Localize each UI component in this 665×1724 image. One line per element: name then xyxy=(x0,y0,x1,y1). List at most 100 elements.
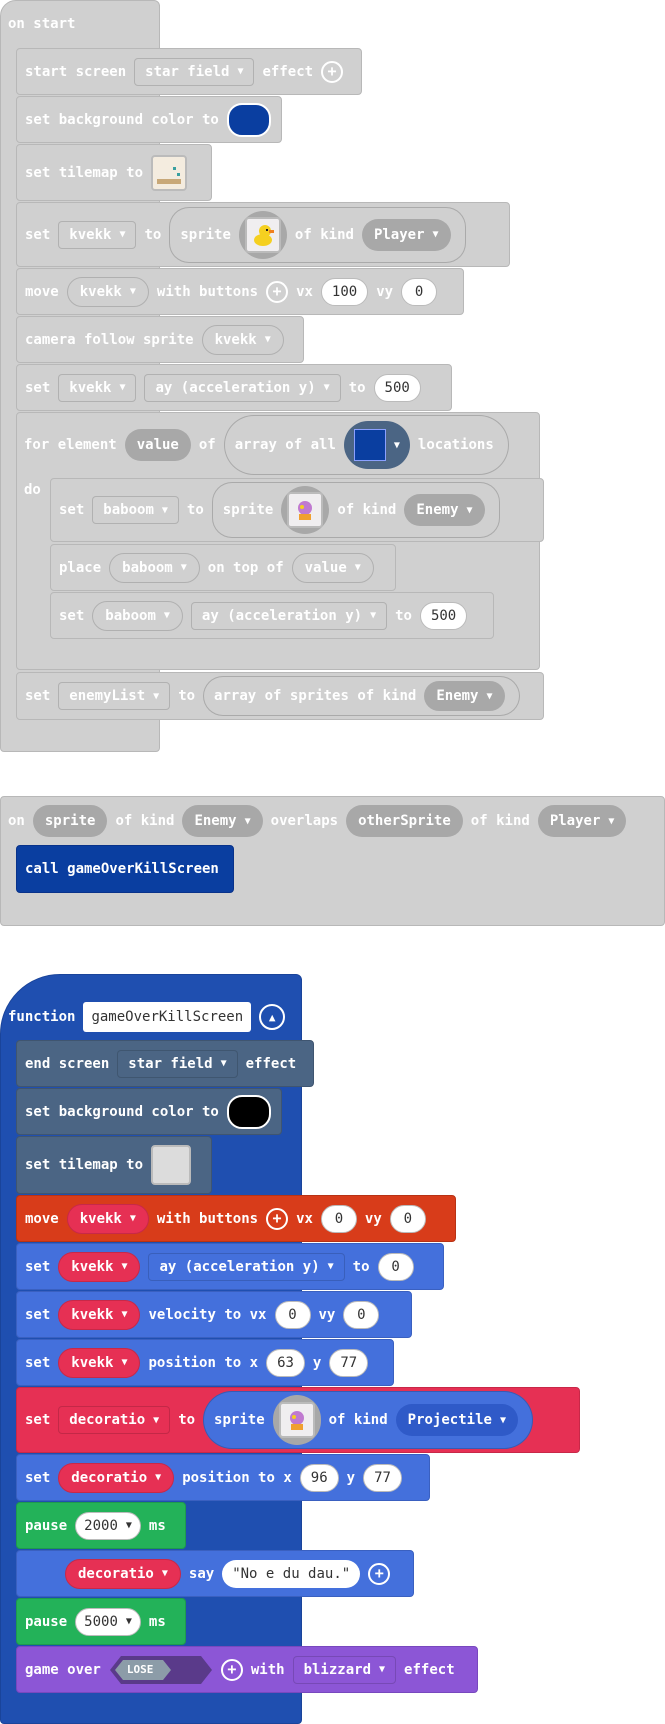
end-screen-block[interactable]: end screen star field ▼ effect xyxy=(16,1040,314,1087)
variable-dropdown[interactable]: decoratio ▼ xyxy=(58,1406,171,1434)
variable-dropdown[interactable]: kvekk ▼ xyxy=(58,1347,141,1378)
y-input[interactable]: 77 xyxy=(363,1463,402,1492)
kind-dropdown[interactable]: Projectile ▼ xyxy=(395,1404,518,1436)
variable-dropdown[interactable]: baboom ▼ xyxy=(109,552,200,583)
other-sprite-param[interactable]: otherSprite xyxy=(346,805,463,837)
vx-input[interactable]: 100 xyxy=(320,277,369,306)
variable-dropdown[interactable]: kvekk ▼ xyxy=(58,1299,141,1330)
set-velocity-block[interactable]: set kvekk ▼ velocity to vx 0 vy 0 xyxy=(16,1291,412,1338)
property-dropdown[interactable]: ay (acceleration y) ▼ xyxy=(148,1252,345,1281)
sprite-image-holder[interactable] xyxy=(272,1395,321,1445)
variable-dropdown[interactable]: decoratio ▼ xyxy=(58,1462,175,1493)
variable-dropdown[interactable]: decoratio ▼ xyxy=(65,1558,181,1589)
variable-dropdown[interactable]: baboom ▼ xyxy=(92,496,179,524)
sprite-say-block[interactable]: decoratio ▼ say "No e du dau." + xyxy=(16,1550,414,1597)
add-icon[interactable]: + xyxy=(321,60,344,83)
location-dropdown[interactable]: value ▼ xyxy=(291,552,374,583)
to-label: to xyxy=(352,1258,370,1275)
set-decoration-position-block[interactable]: set decoratio ▼ position to x 96 y 77 xyxy=(16,1454,430,1501)
function-name-input[interactable]: gameOverKillScreen xyxy=(83,1002,252,1032)
pause-dropdown[interactable]: 2000 ▼ xyxy=(75,1511,141,1540)
move-buttons-block[interactable]: move kvekk ▼ with buttons + vx 100 vy 0 xyxy=(16,268,464,315)
variable-dropdown[interactable]: kvekk ▼ xyxy=(58,220,137,249)
add-icon[interactable]: + xyxy=(368,1562,391,1585)
color-swatch[interactable] xyxy=(226,1094,271,1129)
tile-picker[interactable]: ▼ xyxy=(343,421,410,469)
tilemap-thumbnail[interactable] xyxy=(151,154,188,191)
set-acceleration-block[interactable]: set kvekk ▼ ay (acceleration y) ▼ to 0 xyxy=(16,1243,444,1290)
array-of-all-reporter[interactable]: array of all ▼ locations xyxy=(223,415,509,475)
call-function-block[interactable]: call gameOverKillScreen xyxy=(16,845,234,893)
inner-set-sprite-block[interactable]: set baboom ▼ to sprite of kind Enemy ▼ xyxy=(50,478,544,542)
variable-dropdown[interactable]: kvekk ▼ xyxy=(201,324,284,355)
on-start-hat[interactable]: on start xyxy=(8,10,75,38)
sprite-image-holder[interactable] xyxy=(281,486,330,534)
y-input[interactable]: 77 xyxy=(329,1348,369,1377)
value-input[interactable]: 500 xyxy=(419,601,468,630)
sprite-create-reporter[interactable]: sprite of kind Player ▼ xyxy=(169,206,466,263)
on-start-label: on start xyxy=(8,16,76,32)
variable-dropdown[interactable]: kvekk ▼ xyxy=(58,373,137,402)
add-icon[interactable]: + xyxy=(266,1207,289,1230)
tilemap-thumbnail[interactable] xyxy=(151,1145,192,1185)
say-text-input[interactable]: "No e du dau." xyxy=(222,1559,361,1588)
pause-block[interactable]: pause 2000 ▼ ms xyxy=(16,1502,186,1549)
variable-dropdown[interactable]: enemyList ▼ xyxy=(58,682,171,710)
property-dropdown[interactable]: ay (acceleration y) ▼ xyxy=(190,601,388,630)
set-sprite-block[interactable]: set kvekk ▼ to sprite of kind Player ▼ xyxy=(16,202,510,267)
kind-dropdown[interactable]: Enemy ▼ xyxy=(424,681,505,711)
add-icon[interactable]: + xyxy=(220,1658,243,1681)
move-buttons-block[interactable]: move kvekk ▼ with buttons + vx 0 vy 0 xyxy=(16,1195,456,1242)
inner-set-acceleration-block[interactable]: set baboom ▼ ay (acceleration y) ▼ to 500 xyxy=(50,592,494,639)
vx-input[interactable]: 0 xyxy=(274,1300,311,1329)
vx-input[interactable]: 0 xyxy=(320,1204,357,1233)
kind-dropdown[interactable]: Player ▼ xyxy=(361,218,451,251)
set-background-block[interactable]: set background color to xyxy=(16,1088,282,1135)
pause-dropdown[interactable]: 5000 ▼ xyxy=(75,1607,141,1636)
place-on-top-block[interactable]: place baboom ▼ on top of value ▼ xyxy=(50,544,396,591)
start-screen-block[interactable]: start screen star field ▼ effect + xyxy=(16,48,362,95)
variable-dropdown[interactable]: kvekk ▼ xyxy=(66,1203,149,1234)
lose-badge[interactable]: LOSE xyxy=(109,1655,213,1684)
vy-input[interactable]: 0 xyxy=(401,277,438,306)
sprite-image-holder[interactable] xyxy=(238,210,287,259)
kind-dropdown[interactable]: Enemy ▼ xyxy=(182,805,263,837)
set-tilemap-block[interactable]: set tilemap to xyxy=(16,144,212,201)
value-input[interactable]: 0 xyxy=(377,1252,414,1281)
x-input[interactable]: 96 xyxy=(299,1463,339,1492)
sprite-param[interactable]: sprite xyxy=(32,805,108,837)
effect-dropdown[interactable]: star field ▼ xyxy=(117,1049,238,1078)
set-acceleration-block[interactable]: set kvekk ▼ ay (acceleration y) ▼ to 500 xyxy=(16,364,452,411)
collapse-icon[interactable]: ▲ xyxy=(259,1004,286,1030)
array-of-sprites-reporter[interactable]: array of sprites of kind Enemy ▼ xyxy=(203,676,520,716)
effect-dropdown[interactable]: star field ▼ xyxy=(134,57,255,86)
sprite-create-reporter[interactable]: sprite of kind Projectile ▼ xyxy=(203,1391,533,1449)
chevron-down-icon: ▼ xyxy=(237,66,244,77)
variable-dropdown[interactable]: kvekk ▼ xyxy=(66,276,149,307)
game-over-block[interactable]: game over LOSE + with blizzard ▼ effect xyxy=(16,1646,478,1693)
kind-dropdown[interactable]: Enemy ▼ xyxy=(404,494,485,526)
color-swatch[interactable] xyxy=(226,102,271,137)
x-input[interactable]: 63 xyxy=(266,1348,305,1377)
value-input[interactable]: 500 xyxy=(373,373,421,402)
property-dropdown[interactable]: ay (acceleration y) ▼ xyxy=(144,373,341,402)
pause-block[interactable]: pause 5000 ▼ ms xyxy=(16,1598,186,1645)
function-header[interactable]: function gameOverKillScreen ▲ xyxy=(8,998,286,1036)
variable-dropdown[interactable]: baboom ▼ xyxy=(92,600,183,631)
chevron-down-icon: ▼ xyxy=(125,1616,132,1627)
vy-input[interactable]: 0 xyxy=(389,1204,426,1233)
set-decoration-sprite-block[interactable]: set decoratio ▼ to sprite of kind Project… xyxy=(16,1387,580,1453)
variable-dropdown[interactable]: kvekk ▼ xyxy=(58,1251,141,1282)
set-tilemap-block[interactable]: set tilemap to xyxy=(16,1136,212,1194)
overlap-event-hat[interactable]: on sprite of kind Enemy ▼ overlaps otherS… xyxy=(8,800,634,842)
set-position-block[interactable]: set kvekk ▼ position to x 63 y 77 xyxy=(16,1339,394,1386)
add-icon[interactable]: + xyxy=(266,280,289,303)
sprite-create-reporter[interactable]: sprite of kind Enemy ▼ xyxy=(211,482,500,538)
set-background-block[interactable]: set background color to xyxy=(16,96,282,143)
loop-variable[interactable]: value xyxy=(124,429,191,461)
camera-follow-block[interactable]: camera follow sprite kvekk ▼ xyxy=(16,316,304,363)
set-enemylist-block[interactable]: set enemyList ▼ to array of sprites of ki… xyxy=(16,672,544,720)
vy-input[interactable]: 0 xyxy=(343,1300,380,1329)
effect-dropdown[interactable]: blizzard ▼ xyxy=(292,1655,397,1684)
kind-dropdown[interactable]: Player ▼ xyxy=(537,805,627,837)
